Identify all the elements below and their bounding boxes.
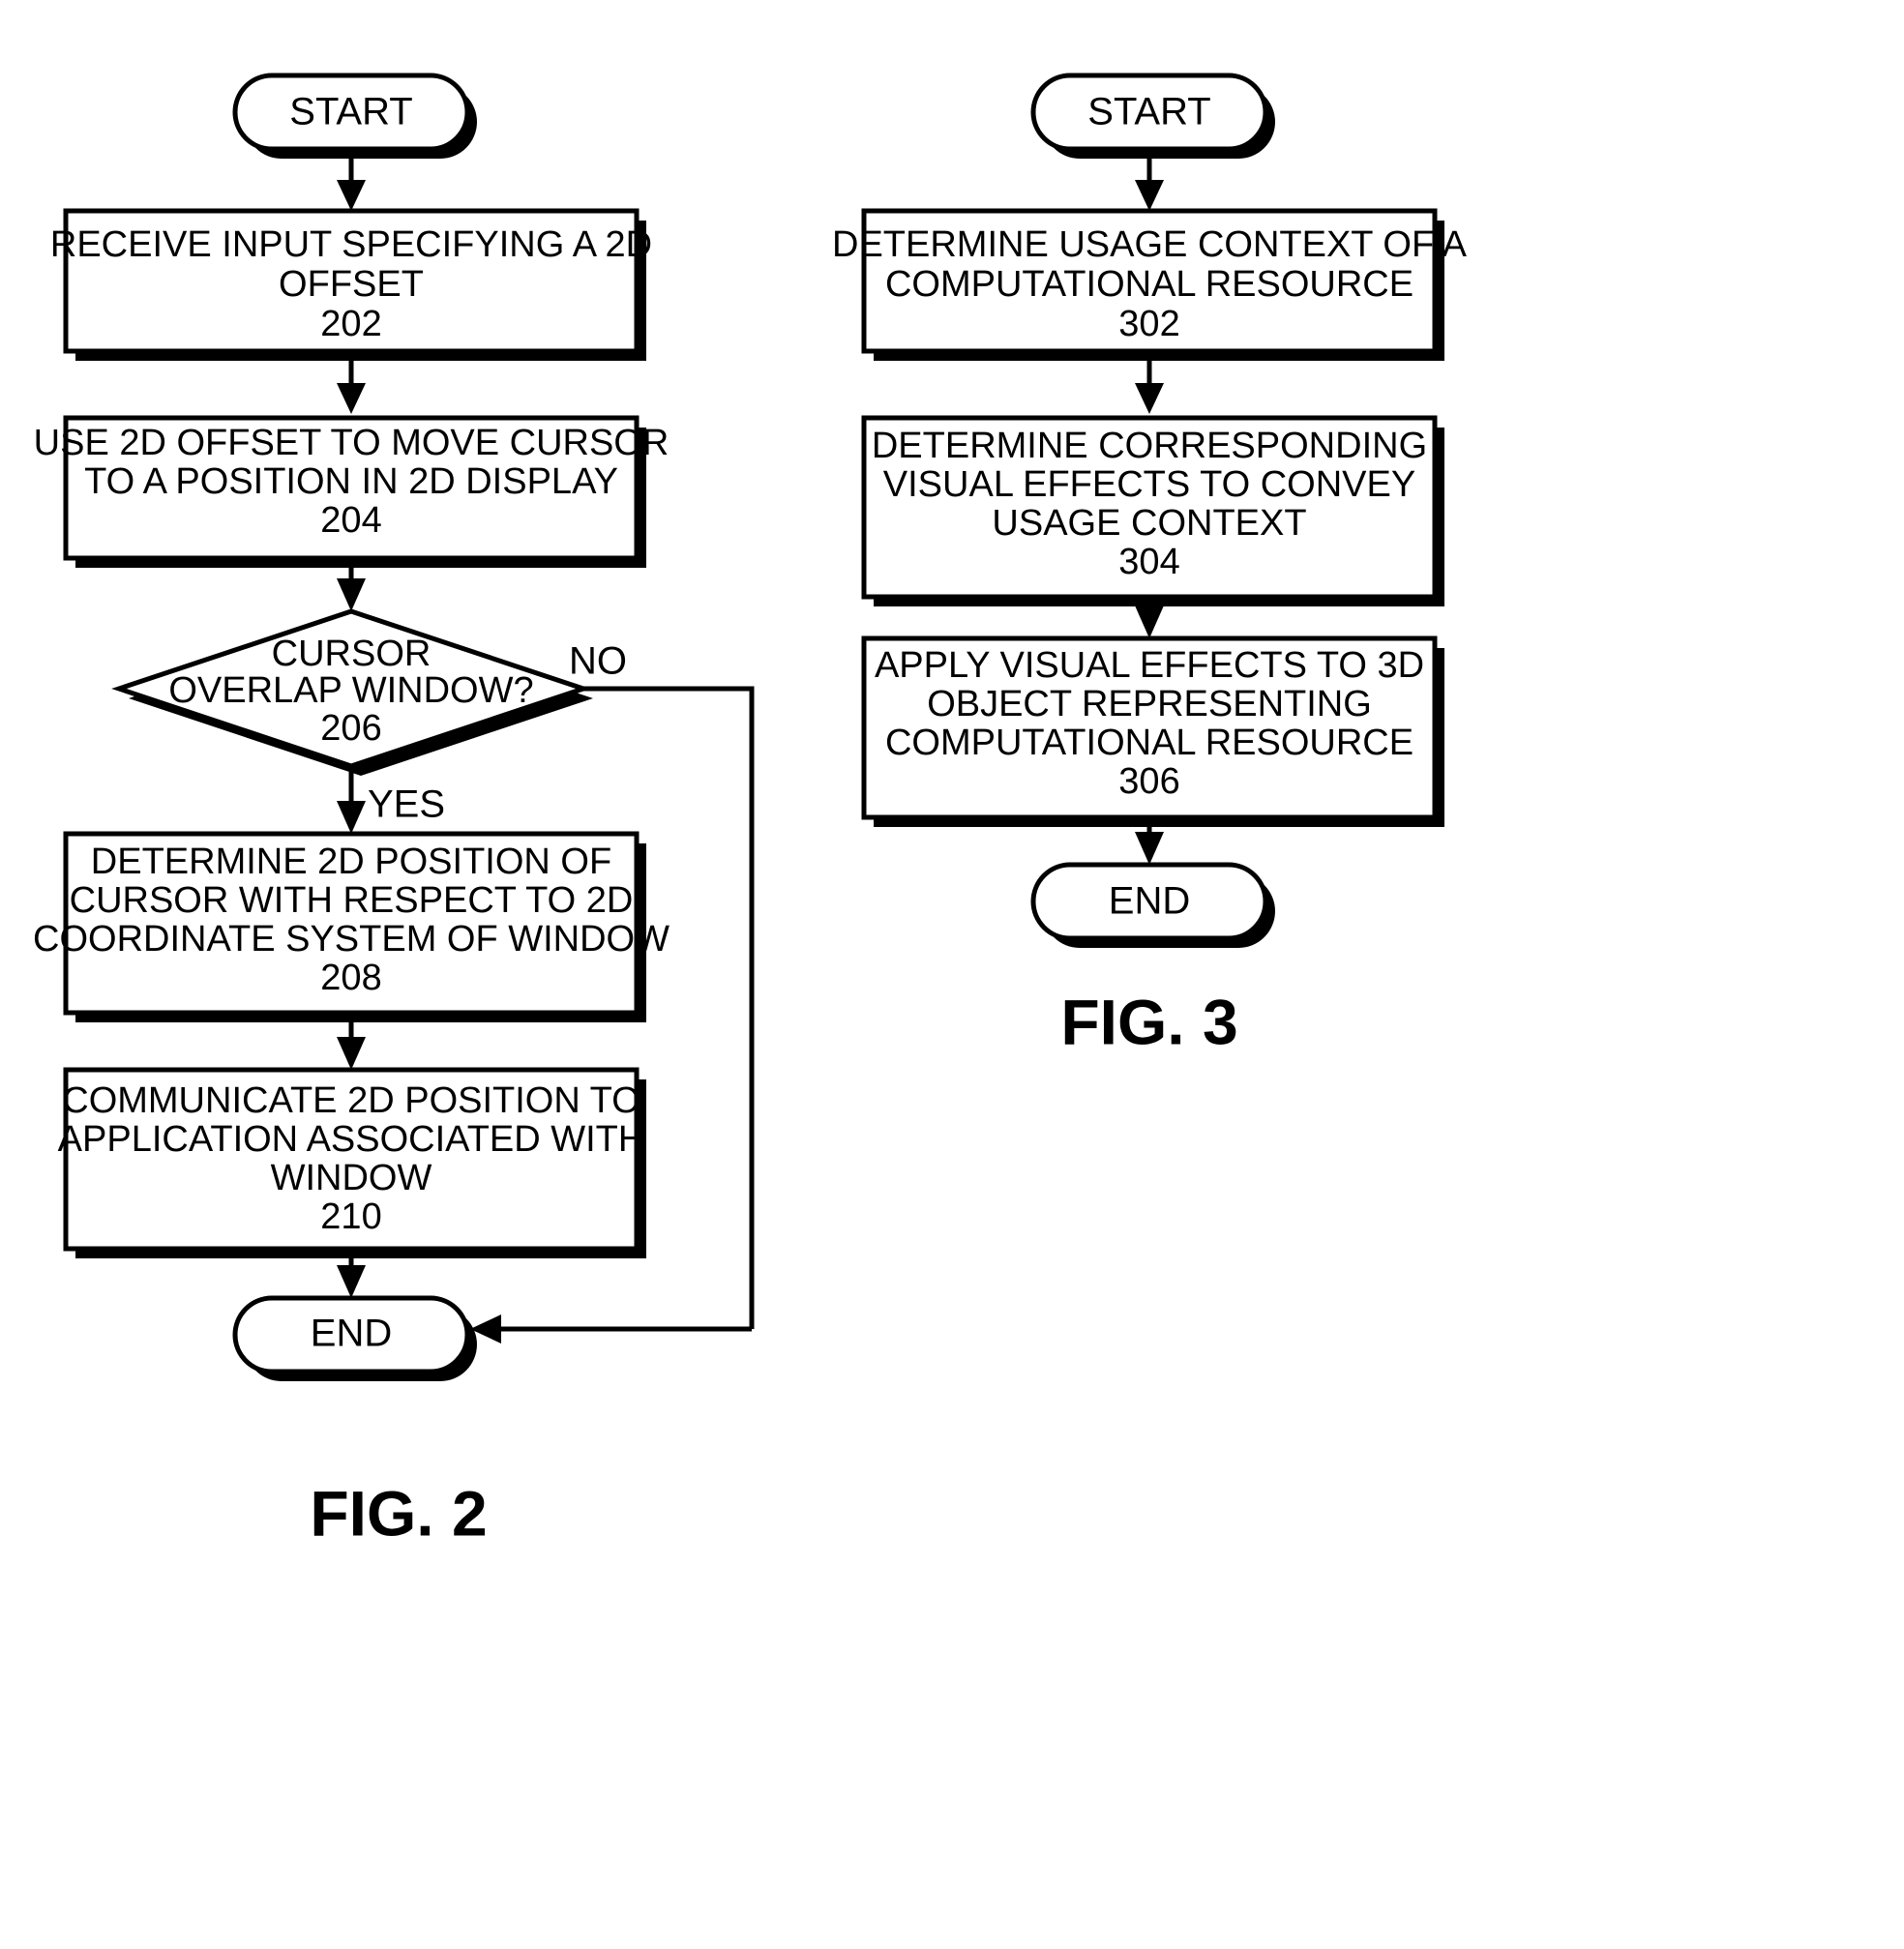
fig2-step-202-ref: 202: [320, 304, 381, 344]
fig2-connector-start-202: [337, 155, 366, 211]
fig2-step-202-line-2: OFFSET: [279, 264, 424, 305]
fig3-step-304-line-3: USAGE CONTEXT: [992, 503, 1306, 544]
fig2-connector-202-204: [337, 361, 366, 414]
fig2-connector-208-210: [337, 1022, 366, 1070]
fig2-start-label: START: [289, 91, 412, 133]
figure-2-group: START RECEIVE INPUT SPECIFYING A 2D OFFS…: [33, 73, 755, 1549]
fig3-caption: FIG. 3: [1060, 986, 1237, 1057]
fig3-step-302-ref: 302: [1118, 304, 1179, 344]
fig3-connector-start-302: [1135, 155, 1164, 211]
fig2-step-204-ref: 204: [320, 500, 381, 541]
fig2-step-206-ref: 206: [320, 708, 381, 749]
fig2-step-208-line-3: COORDINATE SYSTEM OF WINDOW: [33, 919, 669, 960]
flowchart-canvas: START RECEIVE INPUT SPECIFYING A 2D OFFS…: [33, 73, 1468, 1549]
fig2-branch-no-label: NO: [569, 640, 627, 683]
fig2-branch-yes-label: YES: [368, 783, 445, 826]
fig2-step-208: DETERMINE 2D POSITION OF CURSOR WITH RES…: [33, 831, 669, 1022]
fig2-step-206-line-1: CURSOR: [272, 634, 431, 674]
figure-3-group: START DETERMINE USAGE CONTEXT OF A COMPU…: [832, 73, 1468, 1057]
fig2-step-208-line-1: DETERMINE 2D POSITION OF: [91, 842, 611, 882]
fig2-step-210: COMMUNICATE 2D POSITION TO APPLICATION A…: [58, 1067, 646, 1258]
fig3-step-306-line-2: OBJECT REPRESENTING: [927, 684, 1372, 724]
fig2-step-206-line-2: OVERLAP WINDOW?: [168, 670, 533, 711]
fig3-connector-306-end: [1135, 827, 1164, 865]
fig3-step-302-line-1: DETERMINE USAGE CONTEXT OF A: [832, 224, 1468, 265]
fig3-step-302: DETERMINE USAGE CONTEXT OF A COMPUTATION…: [832, 208, 1468, 361]
fig3-connector-302-304: [1135, 361, 1164, 414]
fig2-step-210-line-1: COMMUNICATE 2D POSITION TO: [62, 1080, 640, 1121]
fig3-start-terminal: START: [1030, 73, 1275, 159]
fig2-step-210-ref: 210: [320, 1196, 381, 1237]
fig3-end-label: END: [1109, 880, 1190, 923]
fig2-step-210-line-3: WINDOW: [271, 1158, 432, 1198]
fig2-step-208-line-2: CURSOR WITH RESPECT TO 2D: [70, 880, 634, 921]
fig3-step-306-line-3: COMPUTATIONAL RESOURCE: [885, 723, 1413, 763]
fig3-end-terminal: END: [1030, 862, 1275, 948]
fig2-step-202-line-1: RECEIVE INPUT SPECIFYING A 2D: [50, 224, 652, 265]
fig3-step-302-line-2: COMPUTATIONAL RESOURCE: [885, 264, 1413, 305]
fig2-connector-204-206: [337, 568, 366, 611]
fig2-connector-210-end: [337, 1258, 366, 1298]
fig2-end-label: END: [311, 1313, 392, 1355]
fig2-step-204: USE 2D OFFSET TO MOVE CURSOR TO A POSITI…: [34, 415, 669, 568]
fig2-caption: FIG. 2: [310, 1477, 487, 1549]
fig3-step-304-line-2: VISUAL EFFECTS TO CONVEY: [883, 464, 1415, 505]
fig3-step-304: DETERMINE CORRESPONDING VISUAL EFFECTS T…: [861, 415, 1444, 606]
fig2-step-206-decision: CURSOR OVERLAP WINDOW? 206: [111, 608, 593, 776]
fig3-step-304-ref: 304: [1118, 542, 1179, 582]
patent-figure-sheet: START RECEIVE INPUT SPECIFYING A 2D OFFS…: [0, 0, 1904, 1949]
fig3-step-306-line-1: APPLY VISUAL EFFECTS TO 3D: [875, 645, 1424, 686]
fig2-step-210-line-2: APPLICATION ASSOCIATED WITH: [58, 1119, 645, 1160]
fig3-step-304-line-1: DETERMINE CORRESPONDING: [872, 426, 1427, 466]
fig3-step-306: APPLY VISUAL EFFECTS TO 3D OBJECT REPRES…: [861, 635, 1444, 827]
fig2-step-204-line-2: TO A POSITION IN 2D DISPLAY: [84, 461, 618, 502]
fig2-start-terminal: START: [232, 73, 477, 159]
fig3-connector-304-306: [1135, 605, 1164, 638]
fig3-start-label: START: [1087, 91, 1210, 133]
fig2-step-204-line-1: USE 2D OFFSET TO MOVE CURSOR: [34, 423, 669, 463]
fig2-end-terminal: END: [232, 1295, 477, 1381]
fig2-step-208-ref: 208: [320, 958, 381, 998]
fig2-step-202: RECEIVE INPUT SPECIFYING A 2D OFFSET 202: [50, 208, 652, 361]
fig3-step-306-ref: 306: [1118, 761, 1179, 802]
fig2-branch-yes-connector: [337, 766, 366, 834]
